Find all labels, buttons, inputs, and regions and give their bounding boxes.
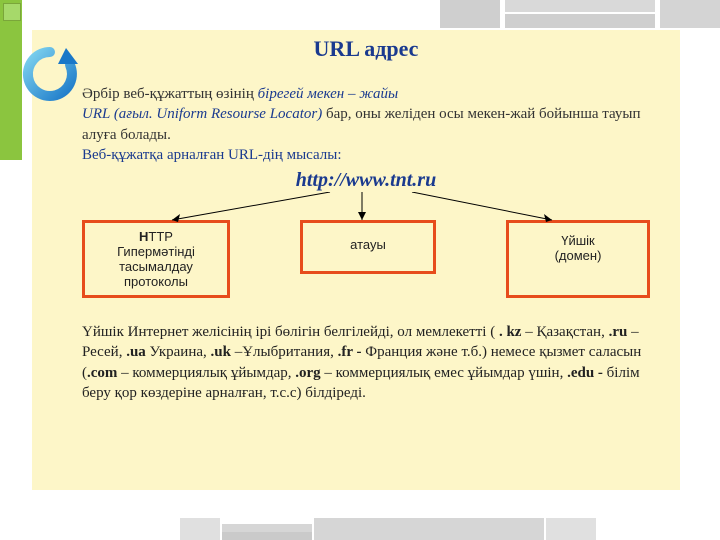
- text: бірегей мекен – жайы: [258, 86, 399, 102]
- text: – коммерциялық емес ұйымдар үшін,: [321, 365, 567, 381]
- refresh-arrow-icon: [20, 44, 80, 104]
- text: – коммерциялық ұйымдар,: [117, 365, 295, 381]
- text: URL (ағыл. Uniform Resourse Locator): [82, 106, 326, 122]
- text: Гипермәтінді: [117, 244, 195, 259]
- text: (домен): [555, 248, 602, 263]
- tld-com: .com: [87, 365, 117, 381]
- text: Әрбір веб-құжаттың өзінің: [82, 86, 258, 102]
- tld-ru: .ru: [609, 324, 628, 340]
- text: ТТР: [148, 229, 173, 244]
- text: .: [362, 385, 366, 401]
- text: –Ұлыбритания,: [231, 344, 338, 360]
- bottom-decoration: [180, 512, 600, 540]
- tld-uk: .uk: [211, 344, 231, 360]
- box-domain: Үйшік (домен): [506, 220, 650, 298]
- text: – Қазақстан,: [521, 324, 608, 340]
- top-decoration: [440, 0, 660, 30]
- text: Украина,: [146, 344, 211, 360]
- page-title: URL адрес: [82, 36, 650, 62]
- text: атауы: [350, 237, 386, 252]
- example-url: http://www.tnt.ru: [82, 169, 650, 192]
- text: бар: [326, 106, 348, 122]
- slide-page: URL адрес Әрбір веб-құжаттың өзінің біре…: [0, 0, 720, 540]
- tld-kz: . kz: [499, 324, 522, 340]
- text: Н: [139, 229, 148, 244]
- text: Веб-құжатқа арналған URL-дің мысалы:: [82, 147, 342, 163]
- pointer-arrows: [82, 198, 650, 220]
- content-area: URL адрес Әрбір веб-құжаттың өзінің біре…: [32, 30, 680, 490]
- box-name: атауы: [300, 220, 436, 274]
- tld-ua: .ua: [126, 344, 146, 360]
- text: тасымалдау: [119, 259, 193, 274]
- text: протоколы: [124, 274, 188, 289]
- text: Үйшік Интернет желісінің ірі бөлігін бел…: [82, 324, 499, 340]
- intro-paragraph: Әрбір веб-құжаттың өзінің бірегей мекен …: [82, 84, 650, 165]
- tld-fr: .fr -: [338, 344, 366, 360]
- left-green-strip: [0, 0, 22, 160]
- tld-edu: .edu -: [567, 365, 607, 381]
- box-http: НТТР Гипермәтінді тасымалдау протоколы: [82, 220, 230, 298]
- domain-paragraph: Үйшік Интернет желісінің ірі бөлігін бел…: [82, 322, 650, 403]
- tld-org: .org: [295, 365, 320, 381]
- url-part-boxes: НТТР Гипермәтінді тасымалдау протоколы а…: [82, 220, 650, 298]
- text: Үйшік: [561, 233, 595, 248]
